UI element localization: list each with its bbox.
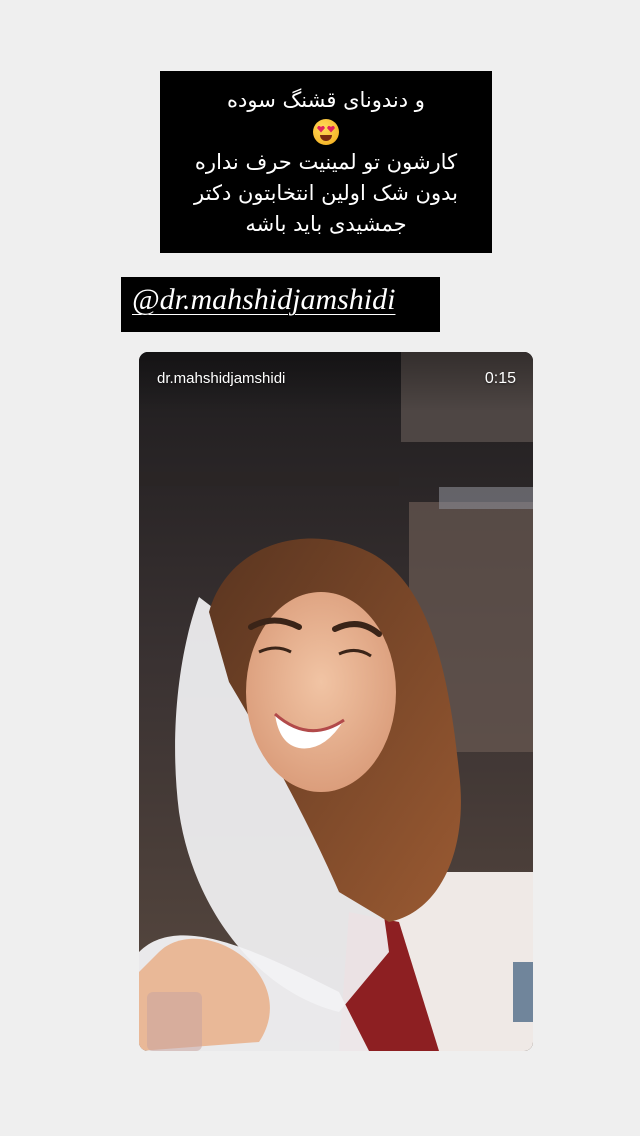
- mention-sticker[interactable]: @dr.mahshidjamshidi: [121, 277, 440, 332]
- story-caption-box: و دندونای قشنگ سوده کارشون تو لمینیت حرف…: [160, 71, 492, 253]
- caption-line-1: و دندونای قشنگ سوده: [227, 88, 425, 112]
- caption-line-3: بدون شک اولین انتخابتون دکتر: [194, 181, 458, 205]
- shared-video-post[interactable]: dr.mahshidjamshidi 0:15: [139, 352, 533, 1051]
- caption-line-4: جمشیدی باید باشه: [245, 212, 407, 236]
- mention-link[interactable]: @dr.mahshidjamshidi: [132, 283, 395, 316]
- heart-eyes-emoji-icon: [313, 118, 339, 145]
- video-thumbnail-image: [139, 352, 533, 1051]
- caption-emoji-line: [166, 116, 486, 147]
- video-duration-label: 0:15: [484, 370, 516, 387]
- video-author-username[interactable]: dr.mahshidjamshidi: [157, 370, 285, 387]
- caption-line-2: کارشون تو لمینیت حرف نداره: [194, 150, 458, 174]
